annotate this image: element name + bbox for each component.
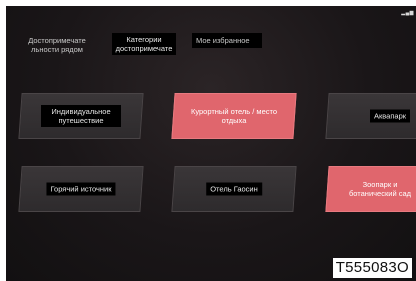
tab-attraction-categories[interactable]: Категории достопримечате bbox=[112, 33, 176, 55]
navigation-screen: ▂▄▆ Достопримечате льности рядом Категор… bbox=[6, 6, 416, 281]
image-reference-code: T555083O bbox=[332, 258, 412, 278]
tab-my-favorites[interactable]: Мое избранное bbox=[192, 33, 262, 48]
category-label: Индивидуальное путешествие bbox=[41, 105, 121, 127]
tab-nearby-attractions[interactable]: Достопримечате льности рядом bbox=[20, 34, 94, 56]
category-label: Аквапарк bbox=[370, 109, 411, 123]
category-tile-individual-travel[interactable]: Индивидуальное путешествие bbox=[18, 93, 144, 139]
category-tile-resort-hotel[interactable]: Курортный отель / место отдыха bbox=[171, 93, 297, 139]
category-tile-hot-spring[interactable]: Горячий источник bbox=[18, 166, 144, 212]
category-tile-zoo-botanical-garden[interactable]: Зоопарк и ботанический сад bbox=[325, 166, 416, 212]
category-label: Отель Гаосин bbox=[206, 182, 262, 196]
category-tile-aquapark[interactable]: Аквапарк bbox=[325, 93, 416, 139]
category-label: Горячий источник bbox=[46, 182, 116, 196]
signal-bars-icon: ▂▄▆ bbox=[401, 10, 414, 16]
category-label: Курортный отель / место отдыха bbox=[190, 107, 278, 125]
category-label: Зоопарк и ботанический сад bbox=[348, 180, 412, 198]
category-tile-gaoshin-hotel[interactable]: Отель Гаосин bbox=[171, 166, 297, 212]
